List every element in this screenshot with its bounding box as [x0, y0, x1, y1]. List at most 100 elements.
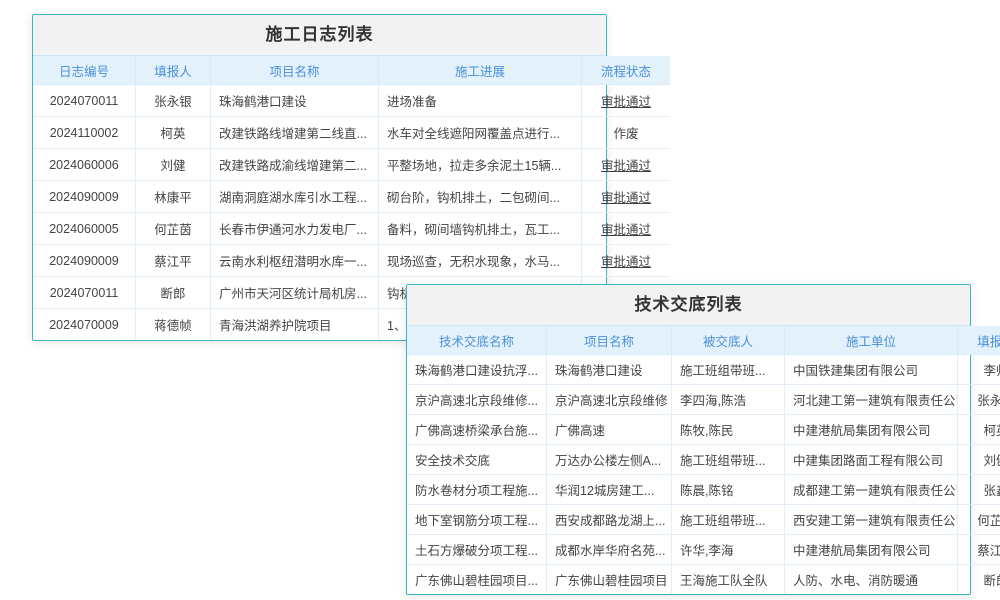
cell-project[interactable]: 云南水利枢纽潜明水库一... [211, 245, 379, 277]
cell-receiver: 陈晨,陈铭 [672, 475, 785, 505]
cell-unit: 成都建工第一建筑有限责任公司 [785, 475, 958, 505]
cell-name[interactable]: 广东佛山碧桂园项目... [407, 565, 547, 595]
cell-name[interactable]: 防水卷材分项工程施... [407, 475, 547, 505]
cell-project[interactable]: 青海洪湖养护院项目 [211, 309, 379, 341]
table-row: 2024060005何芷茵长春市伊通河水力发电厂...备料，砌间墙钩机排土，瓦工… [33, 213, 670, 245]
cell-reporter[interactable]: 蔡江平 [958, 535, 1000, 565]
cell-status[interactable]: 审批通过 [582, 181, 671, 213]
disclosure-table-body: 珠海鹤港口建设抗浮...珠海鹤港口建设施工班组带班...中国铁建集团有限公司李帅… [407, 355, 1000, 595]
cell-project[interactable]: 改建铁路成渝线增建第二... [211, 149, 379, 181]
cell-project[interactable]: 湖南洞庭湖水库引水工程... [211, 181, 379, 213]
cell-id[interactable]: 2024090009 [33, 181, 136, 213]
table-row: 2024090009林康平湖南洞庭湖水库引水工程...砌台阶，钩机排土，二包砌间… [33, 181, 670, 213]
cell-id[interactable]: 2024110002 [33, 117, 136, 149]
cell-unit: 中建港航局集团有限公司 [785, 415, 958, 445]
cell-project[interactable]: 华润12城房建工... [547, 475, 672, 505]
cell-project[interactable]: 改建铁路线增建第二线直... [211, 117, 379, 149]
cell-status[interactable]: 审批通过 [582, 213, 671, 245]
cell-project[interactable]: 广东佛山碧桂园项目 [547, 565, 672, 595]
cell-id[interactable]: 2024060006 [33, 149, 136, 181]
cell-receiver: 施工班组带班... [672, 445, 785, 475]
cell-project[interactable]: 西安成都路龙湖上... [547, 505, 672, 535]
cell-reporter: 林康平 [136, 181, 211, 213]
tech-disclosure-panel: 技术交底列表 技术交底名称项目名称被交底人施工单位填报人 珠海鹤港口建设抗浮..… [406, 284, 971, 595]
cell-id[interactable]: 2024090009 [33, 245, 136, 277]
column-header-receiver: 被交底人 [672, 326, 785, 355]
cell-unit: 中建集团路面工程有限公司 [785, 445, 958, 475]
cell-unit: 中国铁建集团有限公司 [785, 355, 958, 385]
cell-name[interactable]: 安全技术交底 [407, 445, 547, 475]
cell-progress: 砌台阶，钩机排土，二包砌间... [379, 181, 582, 213]
cell-name[interactable]: 京沪高速北京段维修... [407, 385, 547, 415]
cell-project[interactable]: 广佛高速 [547, 415, 672, 445]
log-header-row: 日志编号填报人项目名称施工进展流程状态 [33, 56, 670, 85]
cell-status[interactable]: 审批通过 [582, 149, 671, 181]
cell-project[interactable]: 广州市天河区统计局机房... [211, 277, 379, 309]
cell-progress: 水车对全线遮阳网覆盖点进行... [379, 117, 582, 149]
cell-name[interactable]: 广佛高速桥梁承台施... [407, 415, 547, 445]
table-row: 防水卷材分项工程施...华润12城房建工...陈晨,陈铭成都建工第一建筑有限责任… [407, 475, 1000, 505]
column-header-project: 项目名称 [547, 326, 672, 355]
table-row: 2024060006刘健改建铁路成渝线增建第二...平整场地，拉走多余泥土15辆… [33, 149, 670, 181]
tech-disclosure-table: 技术交底名称项目名称被交底人施工单位填报人 珠海鹤港口建设抗浮...珠海鹤港口建… [407, 326, 1000, 594]
cell-project[interactable]: 珠海鹤港口建设 [211, 85, 379, 117]
cell-name[interactable]: 地下室钢筋分项工程... [407, 505, 547, 535]
cell-receiver: 施工班组带班... [672, 505, 785, 535]
cell-status[interactable]: 作废 [582, 117, 671, 149]
cell-receiver: 王海施工队全队 [672, 565, 785, 595]
cell-status[interactable]: 审批通过 [582, 85, 671, 117]
cell-reporter[interactable]: 断郎 [958, 565, 1000, 595]
cell-unit: 人防、水电、消防暖通 [785, 565, 958, 595]
construction-log-title: 施工日志列表 [33, 15, 606, 56]
cell-reporter: 蔡江平 [136, 245, 211, 277]
cell-progress: 平整场地，拉走多余泥土15辆... [379, 149, 582, 181]
cell-reporter[interactable]: 刘健 [958, 445, 1000, 475]
cell-id[interactable]: 2024060005 [33, 213, 136, 245]
cell-project[interactable]: 万达办公楼左侧A... [547, 445, 672, 475]
cell-project[interactable]: 成都水岸华府名苑... [547, 535, 672, 565]
cell-reporter[interactable]: 张永银 [958, 385, 1000, 415]
column-header-reporter: 填报人 [136, 56, 211, 85]
table-row: 2024090009蔡江平云南水利枢纽潜明水库一...现场巡查，无积水现象，水马… [33, 245, 670, 277]
cell-reporter: 刘健 [136, 149, 211, 181]
cell-reporter: 何芷茵 [136, 213, 211, 245]
table-row: 安全技术交底万达办公楼左侧A...施工班组带班...中建集团路面工程有限公司刘健 [407, 445, 1000, 475]
cell-name[interactable]: 珠海鹤港口建设抗浮... [407, 355, 547, 385]
table-row: 2024070011张永银珠海鹤港口建设进场准备审批通过 [33, 85, 670, 117]
table-row: 2024110002柯英改建铁路线增建第二线直...水车对全线遮阳网覆盖点进行.… [33, 117, 670, 149]
cell-name[interactable]: 土石方爆破分项工程... [407, 535, 547, 565]
cell-project[interactable]: 长春市伊通河水力发电厂... [211, 213, 379, 245]
column-header-project: 项目名称 [211, 56, 379, 85]
cell-reporter: 蒋德帧 [136, 309, 211, 341]
column-header-progress: 施工进展 [379, 56, 582, 85]
table-row: 地下室钢筋分项工程...西安成都路龙湖上...施工班组带班...西安建工第一建筑… [407, 505, 1000, 535]
cell-progress: 现场巡查，无积水现象，水马... [379, 245, 582, 277]
column-header-id: 日志编号 [33, 56, 136, 85]
cell-reporter[interactable]: 何芷茵 [958, 505, 1000, 535]
table-row: 珠海鹤港口建设抗浮...珠海鹤港口建设施工班组带班...中国铁建集团有限公司李帅 [407, 355, 1000, 385]
cell-receiver: 施工班组带班... [672, 355, 785, 385]
column-header-unit: 施工单位 [785, 326, 958, 355]
cell-reporter: 张永银 [136, 85, 211, 117]
cell-status[interactable]: 审批通过 [582, 245, 671, 277]
cell-id[interactable]: 2024070011 [33, 85, 136, 117]
cell-receiver: 许华,李海 [672, 535, 785, 565]
disclosure-header-row: 技术交底名称项目名称被交底人施工单位填报人 [407, 326, 1000, 355]
tech-disclosure-title: 技术交底列表 [407, 285, 970, 326]
cell-unit: 河北建工第一建筑有限责任公司 [785, 385, 958, 415]
cell-reporter: 断郎 [136, 277, 211, 309]
cell-unit: 西安建工第一建筑有限责任公司 [785, 505, 958, 535]
cell-reporter[interactable]: 张鑫 [958, 475, 1000, 505]
cell-id[interactable]: 2024070011 [33, 277, 136, 309]
cell-reporter[interactable]: 柯英 [958, 415, 1000, 445]
table-row: 京沪高速北京段维修...京沪高速北京段维修李四海,陈浩河北建工第一建筑有限责任公… [407, 385, 1000, 415]
cell-project[interactable]: 京沪高速北京段维修 [547, 385, 672, 415]
cell-reporter[interactable]: 李帅 [958, 355, 1000, 385]
cell-project[interactable]: 珠海鹤港口建设 [547, 355, 672, 385]
column-header-reporter: 填报人 [958, 326, 1000, 355]
cell-progress: 进场准备 [379, 85, 582, 117]
column-header-name: 技术交底名称 [407, 326, 547, 355]
column-header-status: 流程状态 [582, 56, 671, 85]
cell-receiver: 李四海,陈浩 [672, 385, 785, 415]
cell-id[interactable]: 2024070009 [33, 309, 136, 341]
